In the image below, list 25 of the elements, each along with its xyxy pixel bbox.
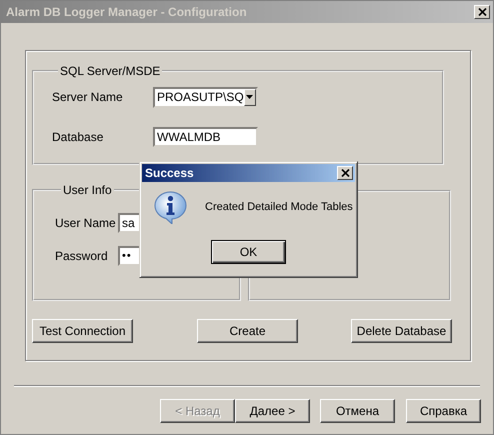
info-icon <box>154 191 187 224</box>
dialog-title: Success <box>145 165 194 182</box>
caret-icon <box>246 95 254 99</box>
wizard-button[interactable]: Справка <box>406 399 481 423</box>
action-button[interactable]: Delete Database <box>351 319 452 343</box>
server-combo[interactable]: PROASUTP\SQ <box>153 86 258 108</box>
wizard-button[interactable]: Отмена <box>320 399 395 423</box>
field-label: Database <box>52 129 104 146</box>
close-button[interactable] <box>474 5 490 19</box>
group-label: User Info <box>62 183 113 197</box>
field-label: User Name <box>55 215 117 232</box>
wizard-button[interactable]: Далее > <box>235 399 310 423</box>
ok-button[interactable]: OK <box>211 240 286 264</box>
dropdown-button[interactable] <box>244 88 256 106</box>
close-icon <box>340 169 350 177</box>
window-title: Alarm DB Logger Manager - Configuration <box>6 4 247 21</box>
action-button[interactable]: Create <box>197 319 298 343</box>
field-label: Password <box>55 248 109 265</box>
field-label: Server Name <box>52 89 124 106</box>
action-button[interactable]: Test Connection <box>32 319 133 343</box>
close-icon <box>478 8 486 16</box>
group-label: SQL Server/MSDE <box>59 64 162 78</box>
close-button[interactable] <box>337 166 353 180</box>
text-field[interactable]: WWALMDB <box>153 127 258 147</box>
dialog-message: Created Detailed Mode Tables <box>205 200 353 216</box>
